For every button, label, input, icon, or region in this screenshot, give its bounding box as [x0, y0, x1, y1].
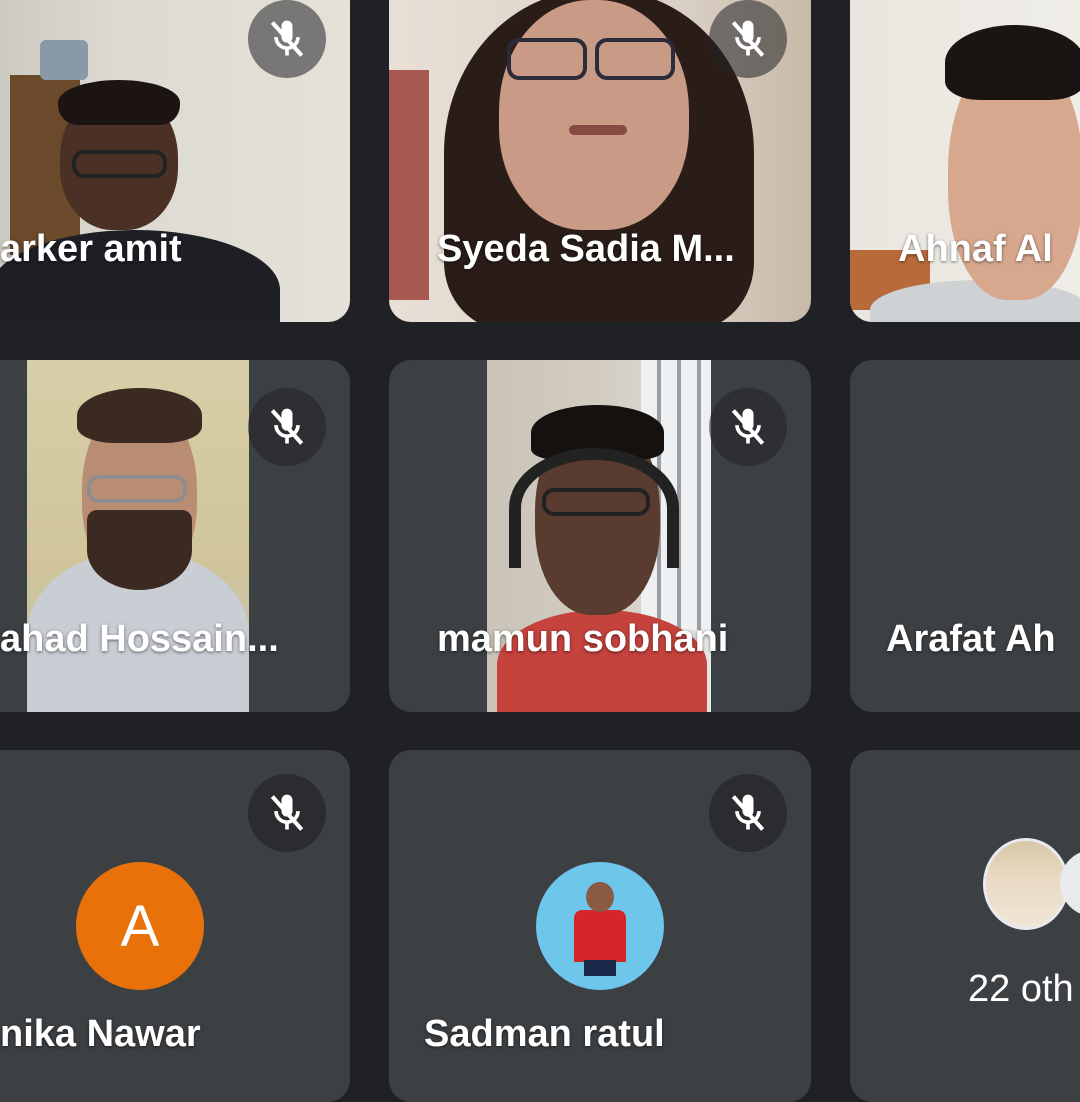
- participant-tile[interactable]: mamun sobhani: [389, 360, 811, 712]
- participant-tile[interactable]: Ahnaf Al: [850, 0, 1080, 322]
- participant-tile[interactable]: arker amit: [0, 0, 350, 322]
- mic-off-button[interactable]: [248, 774, 326, 852]
- mic-off-button[interactable]: [709, 388, 787, 466]
- participant-name: nika Nawar: [0, 1013, 201, 1055]
- mic-off-button[interactable]: [709, 774, 787, 852]
- participant-name: Sadman ratul: [424, 1013, 665, 1055]
- participant-avatar: [536, 862, 664, 990]
- mic-off-icon: [731, 794, 765, 831]
- participant-tile[interactable]: A nika Nawar: [0, 750, 350, 1102]
- participant-name: Arafat Ah: [886, 618, 1056, 660]
- mic-off-button[interactable]: [709, 0, 787, 78]
- mic-off-icon: [270, 794, 304, 831]
- mic-off-icon: [270, 20, 304, 57]
- participant-tile[interactable]: Arafat Ah: [850, 360, 1080, 712]
- mic-off-icon: [270, 408, 304, 445]
- participant-avatar: [983, 838, 1069, 930]
- participant-tile[interactable]: Syeda Sadia M...: [389, 0, 811, 322]
- participant-name: Ahnaf Al: [898, 228, 1053, 270]
- participant-tile[interactable]: ahad Hossain...: [0, 360, 350, 712]
- mic-off-button[interactable]: [248, 0, 326, 78]
- others-tile[interactable]: 22 oth: [850, 750, 1080, 1102]
- mic-off-icon: [731, 20, 765, 57]
- mic-off-icon: [731, 408, 765, 445]
- participant-name: arker amit: [0, 228, 182, 270]
- participant-name: mamun sobhani: [437, 618, 729, 660]
- participant-name: ahad Hossain...: [0, 618, 279, 660]
- participant-name: Syeda Sadia M...: [437, 228, 735, 270]
- participant-avatar: A: [76, 862, 204, 990]
- participant-tile[interactable]: Sadman ratul: [389, 750, 811, 1102]
- mic-off-button[interactable]: [248, 388, 326, 466]
- others-count: 22 oth: [968, 968, 1074, 1010]
- participant-video: [850, 0, 1080, 322]
